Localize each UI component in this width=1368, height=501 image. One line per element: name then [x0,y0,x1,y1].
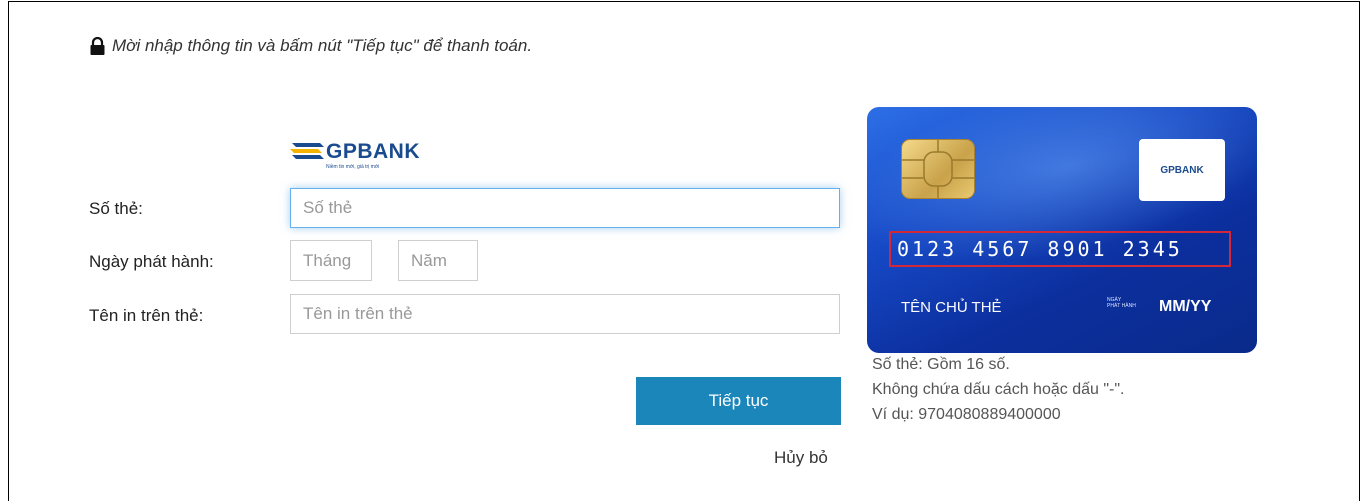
payment-notice: Mời nhập thông tin và bấm nút "Tiếp tục"… [89,36,532,56]
gpbank-logo-mark-icon [290,143,324,159]
sample-card-date: MM/YY [1159,298,1212,315]
gpbank-logo: GPBANK Niềm tin mới, giá trị mới [290,140,420,170]
gpbank-logo-text: GPBANK [326,140,421,163]
card-name-label: Tên in trên thẻ: [89,306,204,325]
continue-button[interactable]: Tiếp tục [636,377,841,425]
sample-issue-caption: NGÀY PHÁT HÀNH [1107,297,1136,309]
hint-line-3: Ví dụ: 9704080889400000 [872,406,1061,423]
card-number-input[interactable]: Số thẻ [290,188,840,228]
cancel-link[interactable]: Hủy bỏ [774,448,828,468]
card-name-input[interactable]: Tên in trên thẻ [290,294,840,334]
gpbank-slogan: Niềm tin mới, giá trị mới [326,164,380,170]
hint-line-1: Số thẻ: Gồm 16 số. [872,356,1010,373]
issue-date-label: Ngày phát hành: [89,252,214,271]
lock-icon [90,37,105,55]
card-bank-logo: GPBANK [1139,139,1225,201]
sample-card-holder: TÊN CHỦ THẺ [901,299,1002,316]
issue-year-input[interactable]: Năm [398,240,478,281]
chip-icon [901,139,975,199]
sample-card-number: 0123 4567 8901 2345 [897,237,1183,261]
notice-text: Mời nhập thông tin và bấm nút "Tiếp tục"… [112,36,533,55]
issue-month-input[interactable]: Tháng [290,240,372,281]
card-logo-text: GPBANK [1160,164,1204,176]
card-number-label: Số thẻ: [89,199,143,218]
hint-line-2: Không chứa dấu cách hoặc dấu "-". [872,381,1125,398]
sample-card-image: GPBANK 0123 4567 8901 2345 TÊN CHỦ THẺ N… [867,107,1257,353]
